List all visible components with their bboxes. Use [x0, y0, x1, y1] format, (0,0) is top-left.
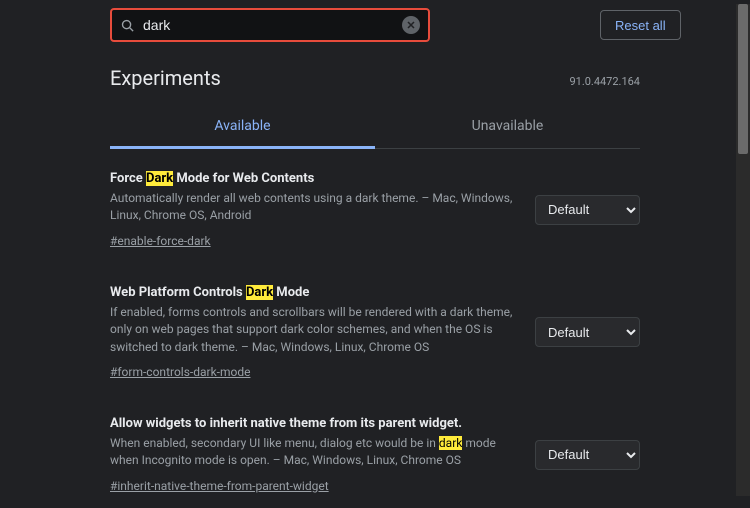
experiment-description: Automatically render all web contents us…: [110, 190, 515, 225]
search-box[interactable]: ✕: [110, 8, 430, 42]
version-label: 91.0.4472.164: [569, 75, 640, 88]
experiment-row: Web Platform Controls Dark Mode If enable…: [110, 263, 640, 394]
experiment-title: Web Platform Controls Dark Mode: [110, 285, 515, 300]
experiment-row: Force Dark Mode for Web Contents Automati…: [110, 149, 640, 263]
experiment-title: Force Dark Mode for Web Contents: [110, 171, 515, 186]
experiment-description: If enabled, forms controls and scrollbar…: [110, 304, 515, 356]
reset-all-button[interactable]: Reset all: [600, 10, 681, 40]
experiment-hash-link[interactable]: #inherit-native-theme-from-parent-widget: [110, 479, 329, 493]
scrollbar-thumb[interactable]: [738, 4, 748, 154]
tab-available[interactable]: Available: [110, 108, 375, 149]
search-icon: [120, 18, 135, 33]
tab-unavailable[interactable]: Unavailable: [375, 108, 640, 148]
experiment-state-select[interactable]: DefaultEnabledDisabled: [535, 440, 640, 470]
search-highlight: dark: [439, 436, 462, 450]
search-highlight: Dark: [146, 171, 173, 186]
page-title: Experiments: [110, 66, 221, 90]
experiment-state-select[interactable]: DefaultEnabledDisabled: [535, 317, 640, 347]
experiment-hash-link[interactable]: #form-controls-dark-mode: [110, 365, 250, 379]
experiment-hash-link[interactable]: #enable-force-dark: [110, 234, 211, 248]
experiment-state-select[interactable]: DefaultEnabledDisabled: [535, 195, 640, 225]
search-input[interactable]: [143, 17, 394, 33]
clear-search-icon[interactable]: ✕: [402, 16, 420, 34]
experiment-title: Allow widgets to inherit native theme fr…: [110, 416, 515, 431]
search-highlight: Dark: [246, 285, 273, 300]
experiment-row: Allow widgets to inherit native theme fr…: [110, 394, 640, 508]
experiment-description: When enabled, secondary UI like menu, di…: [110, 435, 515, 470]
